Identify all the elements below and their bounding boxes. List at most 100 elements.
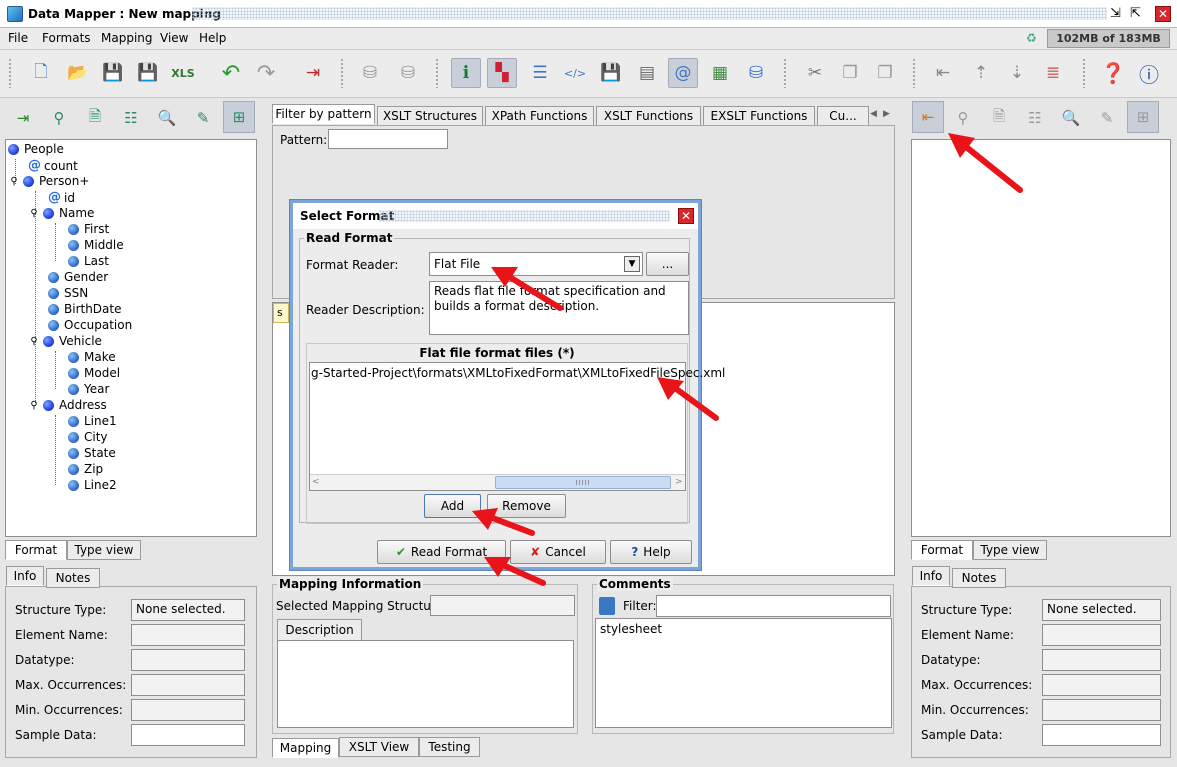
paste-icon[interactable]: ❐ — [870, 58, 900, 88]
move-left-icon[interactable]: ⇤ — [928, 58, 958, 88]
read-target-format-icon[interactable]: ⇤ — [912, 101, 944, 133]
document-icon[interactable]: 🗎 — [82, 105, 108, 131]
exit-icon[interactable]: ⇥ — [298, 58, 328, 88]
sample-data-field[interactable] — [131, 724, 245, 746]
dialog-close-icon[interactable]: ✕ — [678, 208, 694, 224]
help-button[interactable]: ? Help — [610, 540, 692, 564]
scrollbar-thumb[interactable]: IIIII — [495, 476, 671, 489]
tab-scroll-left-icon[interactable]: ◀ — [870, 109, 877, 119]
tree-node-model[interactable]: Model — [68, 366, 120, 380]
minimize-icon[interactable]: ⇲ — [1110, 6, 1121, 21]
export-xls-icon[interactable]: XLS — [168, 58, 198, 88]
tree-node-people[interactable]: People — [8, 142, 64, 156]
tree-node-vehicle[interactable]: ⚲ Vehicle — [30, 334, 102, 348]
about-icon[interactable]: ⓘ — [1134, 58, 1164, 88]
browse-reader-button[interactable]: ... — [646, 252, 689, 276]
add-file-button[interactable]: Add — [424, 494, 481, 518]
menu-formats[interactable]: Formats — [42, 31, 91, 45]
tab-type-view-right[interactable]: Type view — [973, 540, 1047, 560]
tree-node-first[interactable]: First — [68, 222, 109, 236]
grid-icon[interactable]: ▦ — [705, 58, 735, 88]
cancel-button[interactable]: ✘ Cancel — [510, 540, 606, 564]
tree-node-middle[interactable]: Middle — [68, 238, 124, 252]
tree-node-gender[interactable]: Gender — [48, 270, 108, 284]
find-icon[interactable]: 🔍 — [154, 105, 180, 131]
xpath-icon[interactable]: @ — [668, 58, 698, 88]
files-list[interactable]: g-Started-Project\formats\XMLtoFixedForm… — [309, 362, 725, 491]
stack-icon[interactable]: ≣ — [1038, 58, 1068, 88]
list-icon[interactable]: ▤ — [632, 58, 662, 88]
horizontal-scrollbar[interactable]: < IIIII > — [310, 474, 685, 490]
target-list-icon[interactable]: ☷ — [1022, 105, 1048, 131]
scroll-right-icon[interactable]: > — [675, 477, 683, 487]
tree-node-occupation[interactable]: Occupation — [48, 318, 132, 332]
tree-node-name[interactable]: ⚲ Name — [30, 206, 94, 220]
cut-icon[interactable]: ✂ — [800, 58, 830, 88]
menu-file[interactable]: File — [8, 31, 28, 45]
tab-xslt-view[interactable]: XSLT View — [339, 737, 419, 757]
memory-indicator[interactable]: 102MB of 183MB — [1047, 29, 1170, 48]
tab-testing[interactable]: Testing — [419, 737, 480, 757]
target-edit-icon[interactable]: ✎ — [1094, 105, 1120, 131]
target-find-icon[interactable]: 🔍 — [1058, 105, 1084, 131]
tree-node-line1[interactable]: Line1 — [68, 414, 117, 428]
tree-node-make[interactable]: Make — [68, 350, 116, 364]
tree-node-year[interactable]: Year — [68, 382, 109, 396]
read-format-icon[interactable]: ⇥ — [10, 105, 36, 131]
search-target-icon[interactable]: ⚲ — [950, 105, 976, 131]
tab-xpath-functions[interactable]: XPath Functions — [485, 106, 594, 126]
list-structure-icon[interactable]: ☷ — [118, 105, 144, 131]
menu-view[interactable]: View — [160, 31, 188, 45]
tree-node-state[interactable]: State — [68, 446, 116, 460]
move-up-icon[interactable]: ⇡ — [966, 58, 996, 88]
open-file-icon[interactable]: 📂 — [63, 58, 93, 88]
tree-node-birthdate[interactable]: BirthDate — [48, 302, 122, 316]
move-down-icon[interactable]: ⇣ — [1002, 58, 1032, 88]
palette-icon[interactable]: ▚ — [487, 58, 517, 88]
tab-notes-left[interactable]: Notes — [46, 568, 100, 588]
tree-node-id[interactable]: @ id — [48, 190, 75, 205]
chevron-down-icon[interactable]: ▼ — [624, 256, 640, 272]
tab-format-right[interactable]: Format — [911, 540, 973, 560]
new-file-icon[interactable]: 🗋 — [26, 58, 56, 88]
garbage-collect-icon[interactable]: ♻ — [1026, 31, 1037, 45]
list-item[interactable]: g-Started-Project\formats\XMLtoFixedForm… — [311, 366, 725, 380]
tree-node-last[interactable]: Last — [68, 254, 109, 268]
read-format-button[interactable]: ✔ Read Format — [377, 540, 506, 564]
tab-info-left[interactable]: Info — [6, 566, 44, 586]
stylesheet-node[interactable]: s — [273, 303, 289, 323]
tree-node-line2[interactable]: Line2 — [68, 478, 117, 492]
tree-node-city[interactable]: City — [68, 430, 108, 444]
tree-view-icon[interactable]: ⊞ — [223, 101, 255, 133]
tab-description[interactable]: Description — [277, 619, 362, 641]
target-document-icon[interactable]: 🗎 — [986, 105, 1012, 131]
save-as-icon[interactable]: 💾 — [133, 58, 163, 88]
save-database-icon[interactable]: 💾 — [596, 58, 626, 88]
close-window-icon[interactable]: ✕ — [1155, 6, 1171, 22]
table-icon[interactable]: ☰ — [525, 58, 555, 88]
maximize-icon[interactable]: ⇱ — [1130, 6, 1141, 21]
tab-info-right[interactable]: Info — [912, 566, 950, 586]
tree-node-zip[interactable]: Zip — [68, 462, 103, 476]
tab-format-left[interactable]: Format — [5, 540, 67, 560]
menu-help[interactable]: Help — [199, 31, 226, 45]
target-sample-data-field[interactable] — [1042, 724, 1161, 746]
tab-notes-right[interactable]: Notes — [952, 568, 1006, 588]
comments-filter-input[interactable] — [656, 595, 891, 617]
tab-custom-functions[interactable]: Cu... — [817, 106, 869, 126]
undo-icon[interactable]: ↶ — [216, 58, 246, 88]
database-icon[interactable]: ⛁ — [741, 58, 771, 88]
list-item[interactable]: stylesheet — [600, 622, 662, 636]
remove-file-button[interactable]: Remove — [487, 494, 566, 518]
tab-type-view-left[interactable]: Type view — [67, 540, 141, 560]
tab-xslt-functions[interactable]: XSLT Functions — [596, 106, 701, 126]
db-read-icon[interactable]: ⛁ — [355, 58, 385, 88]
redo-icon[interactable]: ↷ — [251, 58, 281, 88]
target-tree-view-icon[interactable]: ⊞ — [1127, 101, 1159, 133]
xsl-icon[interactable]: </> — [560, 58, 590, 88]
menu-mapping[interactable]: Mapping — [101, 31, 153, 45]
tree-node-person[interactable]: ⚲ Person+ — [10, 174, 89, 188]
tab-filter-by-pattern[interactable]: Filter by pattern — [272, 104, 375, 124]
edit-icon[interactable]: ✎ — [190, 105, 216, 131]
db-write-icon[interactable]: ⛁ — [393, 58, 423, 88]
